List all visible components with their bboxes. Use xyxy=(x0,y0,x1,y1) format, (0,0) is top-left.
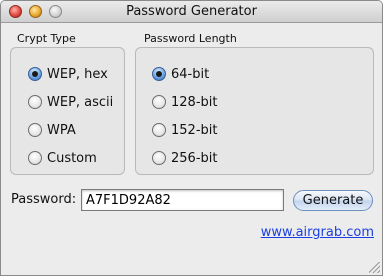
radio-256-bit[interactable]: 256-bit xyxy=(152,149,217,167)
radio-button-icon[interactable] xyxy=(28,95,42,109)
radio-label: 64-bit xyxy=(171,66,210,82)
radio-button-icon[interactable] xyxy=(28,151,42,165)
radio-128-bit[interactable]: 128-bit xyxy=(152,93,217,111)
radio-button-icon[interactable] xyxy=(152,151,166,165)
radio-label: Custom xyxy=(47,150,97,166)
radio-wep-ascii[interactable]: WEP, ascii xyxy=(28,93,113,111)
resize-grip-icon[interactable] xyxy=(369,262,380,273)
radio-label: WEP, hex xyxy=(47,66,108,82)
password-length-group: 64-bit 128-bit 152-bit 256-bit xyxy=(135,47,374,175)
password-generator-window: Password Generator Crypt Type WEP, hex W… xyxy=(0,0,383,276)
radio-button-icon[interactable] xyxy=(152,123,166,137)
radio-wpa[interactable]: WPA xyxy=(28,121,76,139)
radio-label: 128-bit xyxy=(171,94,218,110)
radio-button-selected-icon[interactable] xyxy=(152,67,166,81)
crypt-type-group: WEP, hex WEP, ascii WPA Custom xyxy=(10,47,125,175)
crypt-type-label: Crypt Type xyxy=(17,32,76,45)
radio-button-icon[interactable] xyxy=(28,123,42,137)
radio-label: 152-bit xyxy=(171,122,218,138)
radio-custom[interactable]: Custom xyxy=(28,149,97,167)
password-length-label: Password Length xyxy=(144,32,237,45)
radio-label: WPA xyxy=(47,122,76,138)
radio-button-icon[interactable] xyxy=(152,95,166,109)
title-bar[interactable]: Password Generator xyxy=(1,1,382,23)
radio-button-selected-icon[interactable] xyxy=(28,67,42,81)
password-field[interactable] xyxy=(81,189,284,211)
radio-label: WEP, ascii xyxy=(47,94,114,110)
window-title: Password Generator xyxy=(126,4,257,19)
password-label: Password: xyxy=(11,192,77,207)
radio-64-bit[interactable]: 64-bit xyxy=(152,65,209,83)
radio-152-bit[interactable]: 152-bit xyxy=(152,121,217,139)
generate-button[interactable]: Generate xyxy=(293,190,373,211)
radio-label: 256-bit xyxy=(171,150,218,166)
airgrab-link[interactable]: www.airgrab.com xyxy=(261,225,374,240)
radio-wep-hex[interactable]: WEP, hex xyxy=(28,65,108,83)
